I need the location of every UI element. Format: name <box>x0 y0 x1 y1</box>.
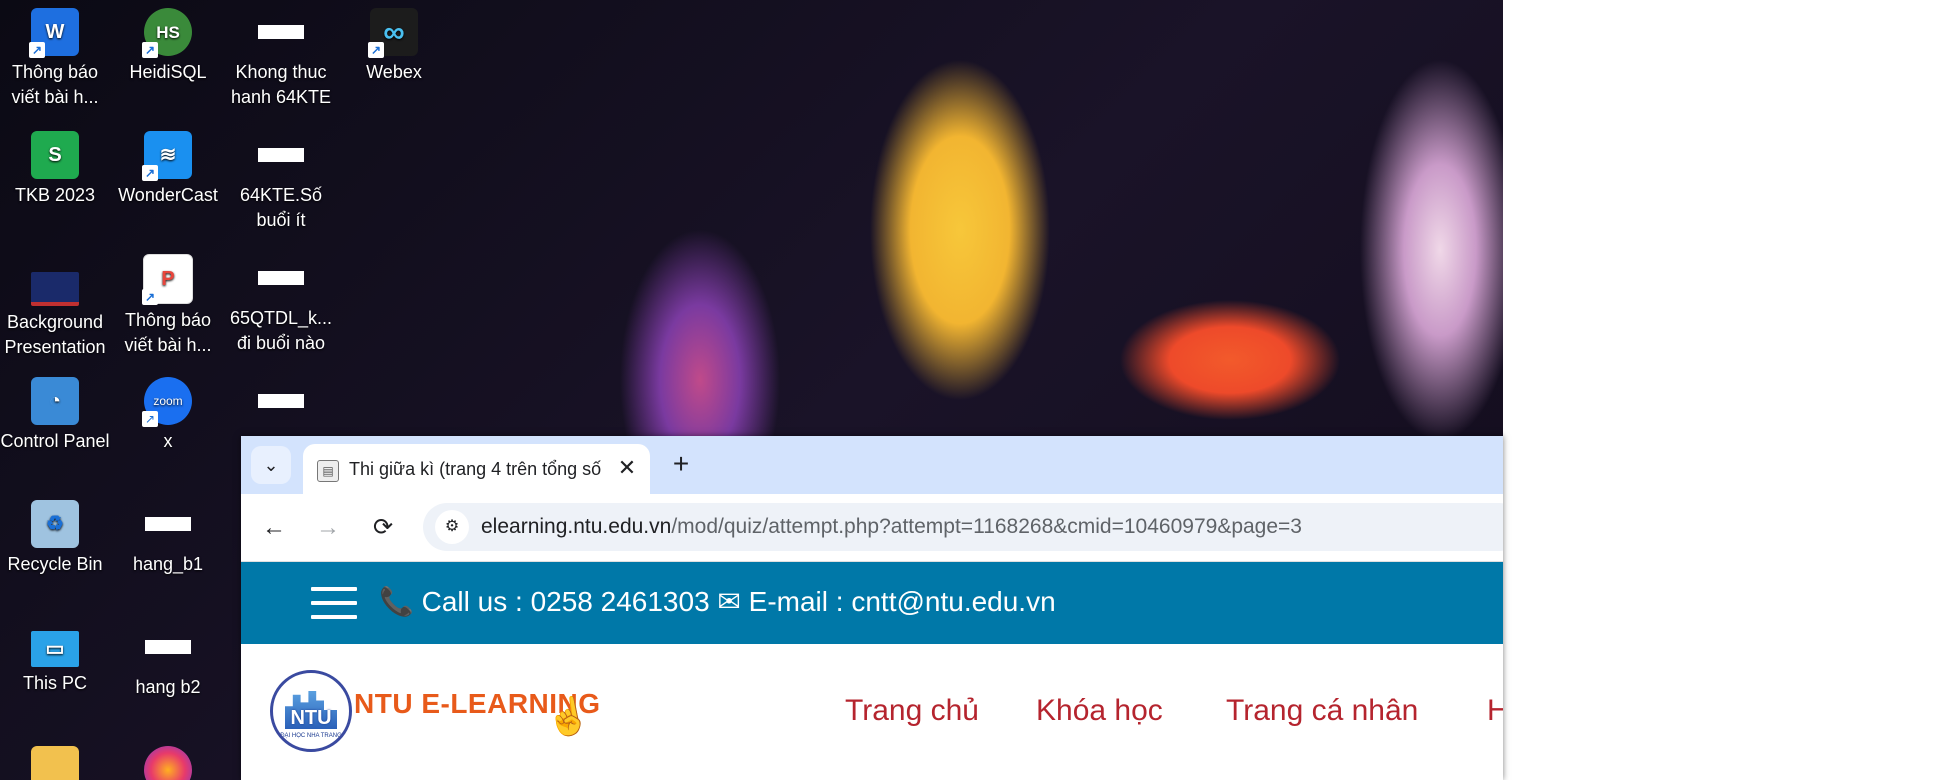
url-path: /mod/quiz/attempt.php?attempt=1168268&cm… <box>671 515 1302 538</box>
logo-university-name: ĐẠI HỌC NHA TRANG <box>280 733 342 739</box>
close-tab-button[interactable]: ✕ <box>613 454 641 482</box>
contact-info: 📞 Call us : 0258 2461303 ✉ E-mail : cntt… <box>379 586 1056 617</box>
shortcut-arrow-icon: ↗ <box>142 42 158 58</box>
desktop-icon-label: WonderCast <box>118 185 218 205</box>
tab-title: Thi giữa kì (trang 4 trên tổng số <box>349 459 602 479</box>
address-bar[interactable]: ⚙ elearning.ntu.edu.vn/mod/quiz/attempt.… <box>423 503 1503 551</box>
computer-icon: ▭ <box>31 631 79 667</box>
firefox-icon <box>144 746 192 780</box>
desktop-icon-recycle-bin[interactable]: ♻ Recycle Bin <box>0 500 110 577</box>
url-host: elearning.ntu.edu.vn <box>481 515 672 538</box>
shortcut-arrow-icon: ↗ <box>29 42 45 58</box>
desktop-icon-label: TKB 2023 <box>14 185 96 205</box>
site-settings-icon[interactable]: ⚙ <box>435 510 469 544</box>
forward-button[interactable]: → <box>311 511 345 545</box>
zoom-icon: zoom ↗ <box>142 377 192 427</box>
desktop-icon-wondercast[interactable]: ≋ ↗ WonderCast <box>113 131 223 208</box>
nav-home[interactable]: Trang chủ <box>845 694 979 728</box>
desktop-icon-label: hang_b1 <box>132 554 204 574</box>
desktop-icon-label: Webex <box>366 62 422 82</box>
desktop-icon-label: 65QTDL_k... đi buổi nào <box>229 308 333 353</box>
desktop-icon-background[interactable]: Background Presentation <box>0 254 110 360</box>
desktop-icon-pdf-doc[interactable]: P ↗ Thông báo viết bài h... <box>113 254 223 358</box>
desktop-icon-label: This PC <box>22 673 87 693</box>
chevron-down-icon: ⌄ <box>263 454 279 475</box>
shortcut-arrow-icon: ↗ <box>142 411 158 427</box>
desktop-icon-64kte[interactable]: 64KTE.Số buổi ít <box>226 131 336 233</box>
tab-strip: ⌄ ▤ Thi giữa kì (trang 4 trên tổng số ✕ … <box>241 436 1503 494</box>
shortcut-arrow-icon: ↗ <box>368 42 384 58</box>
desktop-icon-hang-b2[interactable]: hang b2 <box>113 623 223 700</box>
word-icon: W ↗ <box>29 8 79 58</box>
desktop-icon-this-pc[interactable]: ▭ This PC <box>0 623 110 696</box>
desktop-icon-label: Thông báo viết bài h... <box>124 310 212 355</box>
spreadsheet-icon: S <box>31 131 79 179</box>
desktop-icon-label: Control Panel <box>0 431 110 451</box>
nav-more[interactable]: H <box>1487 694 1503 728</box>
desktop-icon-label: Background Presentation <box>4 312 106 357</box>
desktop-icon-khong-thuc-hanh[interactable]: Khong thuc hanh 64KTE <box>226 8 336 110</box>
desktop-icon-hang-b1[interactable]: hang_b1 <box>113 500 223 577</box>
desktop-icon-heidisql[interactable]: HS ↗ HeidiSQL <box>113 8 223 85</box>
page-favicon-icon: ▤ <box>317 460 339 482</box>
desktop-icon-label: HeidiSQL <box>129 62 207 82</box>
desktop-icon-65qtdl[interactable]: 65QTDL_k... đi buổi nào <box>226 254 336 356</box>
file-thumbnail-icon <box>258 25 304 39</box>
shortcut-arrow-icon: ↗ <box>142 289 158 305</box>
logo-ntu-text: NTU <box>290 707 332 729</box>
desktop-icon-label: hang b2 <box>135 677 201 697</box>
desktop-icon-label: Recycle Bin <box>7 554 103 574</box>
site-header: NTU ĐẠI HỌC NHA TRANG NTU E-LEARNING ☝ T… <box>241 644 1503 780</box>
file-thumbnail-icon <box>258 148 304 162</box>
control-panel-icon: ◔ <box>31 377 79 425</box>
desktop-icon-zoom[interactable]: zoom ↗ x <box>113 377 223 454</box>
desktop-icon-label: Thông báo viết bài h... <box>11 62 99 107</box>
file-thumbnail-icon <box>145 517 191 531</box>
desktop-icon-label: Khong thuc hanh 64KTE <box>230 62 332 107</box>
desktop-icon-label: x <box>163 431 173 451</box>
file-thumbnail-icon <box>145 640 191 654</box>
tab-search-button[interactable]: ⌄ <box>251 446 291 484</box>
nav-profile[interactable]: Trang cá nhân <box>1226 694 1418 728</box>
recycle-bin-icon: ♻ <box>31 500 79 548</box>
desktop-icon-word-doc[interactable]: W ↗ Thông báo viết bài h... <box>0 8 110 110</box>
reload-button[interactable]: ⟳ <box>366 511 400 545</box>
wondercast-icon: ≋ ↗ <box>142 131 192 181</box>
back-button[interactable]: ← <box>257 511 291 545</box>
site-contact-bar: 📞 Call us : 0258 2461303 ✉ E-mail : cntt… <box>241 562 1503 644</box>
url-text[interactable]: elearning.ntu.edu.vn/mod/quiz/attempt.ph… <box>481 515 1302 539</box>
pdf-icon: P ↗ <box>142 254 193 305</box>
tab-active[interactable]: ▤ Thi giữa kì (trang 4 trên tổng số ✕ <box>303 444 650 494</box>
heidisql-icon: HS ↗ <box>142 8 192 58</box>
desktop-icon-tkb[interactable]: S TKB 2023 <box>0 131 110 208</box>
file-thumbnail-icon <box>258 271 304 285</box>
file-thumbnail-icon <box>258 394 304 408</box>
presentation-thumb-icon <box>31 272 79 306</box>
desktop-icon-webex[interactable]: ∞ ↗ Webex <box>339 8 449 85</box>
desktop-icon-firefox[interactable] <box>113 746 223 780</box>
desktop-icon-folder[interactable] <box>0 746 110 780</box>
desktop-icon-label: 64KTE.Số buổi ít <box>239 185 323 230</box>
browser-toolbar: ← → ⟳ ⚙ elearning.ntu.edu.vn/mod/quiz/at… <box>241 494 1503 562</box>
webex-icon: ∞ ↗ <box>368 8 418 58</box>
desktop-icon-65qtdl-2[interactable] <box>226 377 336 429</box>
new-tab-button[interactable]: + <box>665 449 697 481</box>
browser-window: ⌄ ▤ Thi giữa kì (trang 4 trên tổng số ✕ … <box>241 436 1503 780</box>
nav-courses[interactable]: Khóa học <box>1036 694 1163 728</box>
folder-icon <box>31 746 79 780</box>
desktop-icon-control-panel[interactable]: ◔ Control Panel <box>0 377 110 454</box>
hand-pointer-icon: ☝ <box>542 692 594 741</box>
hamburger-menu-icon[interactable] <box>311 587 357 619</box>
shortcut-arrow-icon: ↗ <box>142 165 158 181</box>
ntu-logo[interactable]: NTU ĐẠI HỌC NHA TRANG <box>270 670 352 752</box>
